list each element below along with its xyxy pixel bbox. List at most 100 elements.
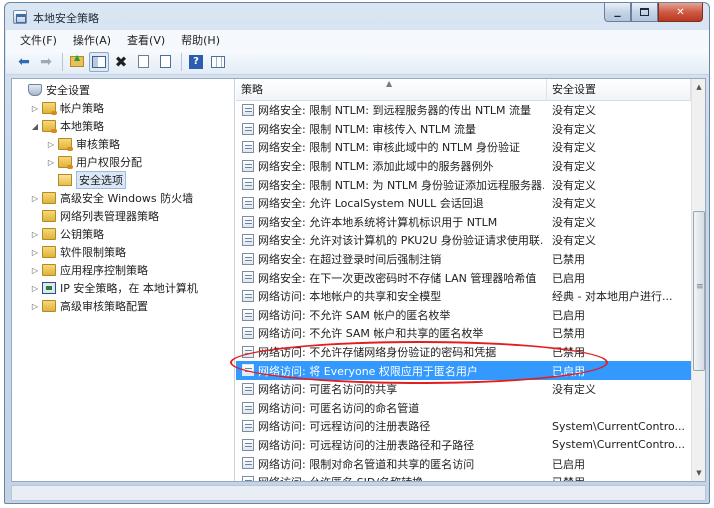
tree-item-label: 安全设置 bbox=[46, 84, 90, 97]
export-list-button[interactable] bbox=[155, 52, 175, 72]
vertical-scrollbar[interactable]: ▲ ▼ bbox=[691, 79, 705, 481]
expand-arrow-icon[interactable]: ▷ bbox=[30, 248, 40, 257]
policy-item-icon bbox=[242, 252, 254, 265]
folder-icon bbox=[42, 246, 56, 258]
tree-item-security-settings[interactable]: 安全设置 bbox=[16, 81, 90, 99]
forward-arrow-icon: ➡ bbox=[40, 53, 52, 70]
policy-row[interactable]: 网络访问: 可匿名访问的共享 没有定义 bbox=[236, 380, 691, 399]
tree-item-account-policies[interactable]: ▷ 帐户策略 bbox=[30, 99, 104, 117]
menu-view[interactable]: 查看(V) bbox=[127, 32, 165, 48]
policy-row[interactable]: 网络访问: 可匿名访问的命名管道 bbox=[236, 399, 691, 418]
tree-item-user-rights-assignment[interactable]: ▷ 用户权限分配 bbox=[46, 153, 142, 171]
tree-item-security-options[interactable]: 安全选项 bbox=[46, 171, 126, 189]
policy-name: 网络访问: 可远程访问的注册表路径和子路径 bbox=[258, 438, 475, 452]
tree-item-label: IP 安全策略，在 本地计算机 bbox=[60, 282, 198, 295]
menu-help[interactable]: 帮助(H) bbox=[181, 32, 220, 48]
policy-row[interactable]: 网络访问: 不允许存储网络身份验证的密码和凭据 已禁用 bbox=[236, 343, 691, 362]
policy-row[interactable]: 网络安全: 限制 NTLM: 添加此域中的服务器例外 没有定义 bbox=[236, 157, 691, 176]
policy-setting: 没有定义 bbox=[552, 215, 596, 229]
policy-item-icon bbox=[242, 457, 254, 470]
policy-item-icon bbox=[242, 401, 254, 414]
policy-name: 网络安全: 允许 LocalSystem NULL 会话回退 bbox=[258, 197, 484, 211]
policy-row[interactable]: 网络安全: 限制 NTLM: 到远程服务器的传出 NTLM 流量 没有定义 bbox=[236, 101, 691, 120]
menu-action[interactable]: 操作(A) bbox=[73, 32, 111, 48]
policy-name: 网络访问: 可匿名访问的命名管道 bbox=[258, 401, 420, 415]
expand-arrow-icon[interactable]: ▷ bbox=[30, 266, 40, 275]
policy-name: 网络安全: 限制 NTLM: 审核此域中的 NTLM 身份验证 bbox=[258, 141, 521, 155]
policy-row[interactable]: 网络安全: 在下一次更改密码时不存储 LAN 管理器哈希值 已启用 bbox=[236, 268, 691, 287]
policy-setting: 没有定义 bbox=[552, 178, 596, 192]
policy-row[interactable]: 网络安全: 在超过登录时间后强制注销 已禁用 bbox=[236, 250, 691, 269]
policy-row[interactable]: 网络安全: 允许 LocalSystem NULL 会话回退 没有定义 bbox=[236, 194, 691, 213]
tree-item-local-policies[interactable]: ◢ 本地策略 bbox=[30, 117, 104, 135]
folder-icon bbox=[42, 210, 56, 222]
policy-row[interactable]: 网络访问: 允许匿名 SID/名称转换 已禁用 bbox=[236, 473, 691, 481]
up-one-level-button[interactable] bbox=[67, 52, 87, 72]
tree-item-app-control[interactable]: ▷ 应用程序控制策略 bbox=[30, 261, 148, 279]
expand-arrow-icon[interactable]: ▷ bbox=[30, 194, 40, 203]
policy-setting: 经典 - 对本地用户进行... bbox=[552, 290, 673, 304]
forward-button[interactable]: ➡ bbox=[36, 52, 56, 72]
policy-name: 网络访问: 可匿名访问的共享 bbox=[258, 383, 398, 397]
policy-row[interactable]: 网络安全: 允许对该计算机的 PKU2U 身份验证请求使用联... 没有定义 bbox=[236, 231, 691, 250]
tree-item-software-restriction[interactable]: ▷ 软件限制策略 bbox=[30, 243, 126, 261]
export-icon bbox=[159, 55, 171, 68]
tree-item-label: 用户权限分配 bbox=[76, 156, 142, 169]
toolbar: ⬅ ➡ ✖ ? bbox=[6, 49, 709, 75]
policy-row[interactable]: 网络安全: 限制 NTLM: 审核此域中的 NTLM 身份验证 没有定义 bbox=[236, 138, 691, 157]
policy-name: 网络安全: 限制 NTLM: 为 NTLM 身份验证添加远程服务器... bbox=[258, 178, 544, 192]
policy-row[interactable]: 网络安全: 限制 NTLM: 审核传入 NTLM 流量 没有定义 bbox=[236, 120, 691, 139]
policy-row[interactable]: 网络访问: 将 Everyone 权限应用于匿名用户 已启用 bbox=[236, 361, 691, 380]
properties-button[interactable] bbox=[133, 52, 153, 72]
scroll-up-arrow-icon[interactable]: ▲ bbox=[692, 79, 705, 95]
expand-arrow-icon[interactable]: ▷ bbox=[30, 284, 40, 293]
policy-row[interactable]: 网络访问: 限制对命名管道和共享的匿名访问 已启用 bbox=[236, 454, 691, 473]
maximize-button[interactable] bbox=[631, 3, 658, 22]
scroll-down-arrow-icon[interactable]: ▼ bbox=[692, 465, 705, 481]
tree-item-audit-policy[interactable]: ▷ 审核策略 bbox=[46, 135, 120, 153]
policy-setting: 没有定义 bbox=[552, 383, 596, 397]
console-content: 安全设置 ▷ 帐户策略 ◢ 本地策略 ▷ 审核策略 ▷ 用户权限分配 安全选项 … bbox=[11, 78, 706, 482]
policy-item-icon bbox=[242, 327, 254, 340]
policy-row[interactable]: 网络安全: 限制 NTLM: 为 NTLM 身份验证添加远程服务器... 没有定义 bbox=[236, 175, 691, 194]
close-button[interactable]: ✕ bbox=[658, 3, 703, 22]
policy-row[interactable]: 网络访问: 可远程访问的注册表路径 System\CurrentContro... bbox=[236, 417, 691, 436]
delete-button[interactable]: ✖ bbox=[111, 52, 131, 72]
policy-item-icon bbox=[242, 382, 254, 395]
policy-item-icon bbox=[242, 475, 254, 481]
collapse-arrow-icon[interactable]: ◢ bbox=[30, 122, 40, 131]
details-view-button[interactable] bbox=[208, 52, 228, 72]
tree-item-windows-firewall[interactable]: ▷ 高级安全 Windows 防火墙 bbox=[30, 189, 193, 207]
help-button[interactable]: ? bbox=[186, 52, 206, 72]
expand-arrow-icon[interactable]: ▷ bbox=[46, 140, 56, 149]
column-header-policy[interactable]: 策略 ▲ bbox=[236, 79, 547, 101]
policy-setting: 已启用 bbox=[552, 364, 585, 378]
policy-row[interactable]: 网络访问: 不允许 SAM 帐户的匿名枚举 已启用 bbox=[236, 306, 691, 325]
policy-row[interactable]: 网络安全: 允许本地系统将计算机标识用于 NTLM 没有定义 bbox=[236, 213, 691, 232]
scroll-thumb[interactable] bbox=[693, 210, 705, 371]
tree-item-public-key-policies[interactable]: ▷ 公钥策略 bbox=[30, 225, 104, 243]
policy-item-icon bbox=[242, 438, 254, 451]
policy-item-icon bbox=[242, 308, 254, 321]
policy-row[interactable]: 网络访问: 本地帐户的共享和安全模型 经典 - 对本地用户进行... bbox=[236, 287, 691, 306]
policy-setting: System\CurrentContro... bbox=[552, 438, 686, 452]
expand-arrow-icon[interactable]: ▷ bbox=[30, 230, 40, 239]
policy-setting: 已启用 bbox=[552, 457, 585, 471]
policy-row[interactable]: 网络访问: 不允许 SAM 帐户和共享的匿名枚举 已禁用 bbox=[236, 324, 691, 343]
tree-item-network-list-manager[interactable]: 网络列表管理器策略 bbox=[30, 207, 159, 225]
tree-item-ip-security[interactable]: ▷ IP 安全策略，在 本地计算机 bbox=[30, 279, 198, 297]
minimize-button[interactable]: ▁ bbox=[604, 3, 631, 22]
title-bar[interactable]: 本地安全策略 ▁ ✕ bbox=[5, 3, 709, 31]
back-button[interactable]: ⬅ bbox=[14, 52, 34, 72]
column-header-security-setting[interactable]: 安全设置 bbox=[547, 79, 691, 101]
expand-arrow-icon[interactable]: ▷ bbox=[46, 158, 56, 167]
expand-arrow-icon[interactable]: ▷ bbox=[30, 302, 40, 311]
folder-icon bbox=[42, 120, 57, 133]
policy-name: 网络安全: 允许本地系统将计算机标识用于 NTLM bbox=[258, 215, 498, 229]
menu-file[interactable]: 文件(F) bbox=[20, 32, 57, 48]
policy-row[interactable]: 网络访问: 可远程访问的注册表路径和子路径 System\CurrentContr… bbox=[236, 436, 691, 455]
up-folder-icon bbox=[70, 53, 84, 67]
tree-item-advanced-audit[interactable]: ▷ 高级审核策略配置 bbox=[30, 297, 148, 315]
expand-arrow-icon[interactable]: ▷ bbox=[30, 104, 40, 113]
show-hide-tree-button[interactable] bbox=[89, 51, 109, 72]
